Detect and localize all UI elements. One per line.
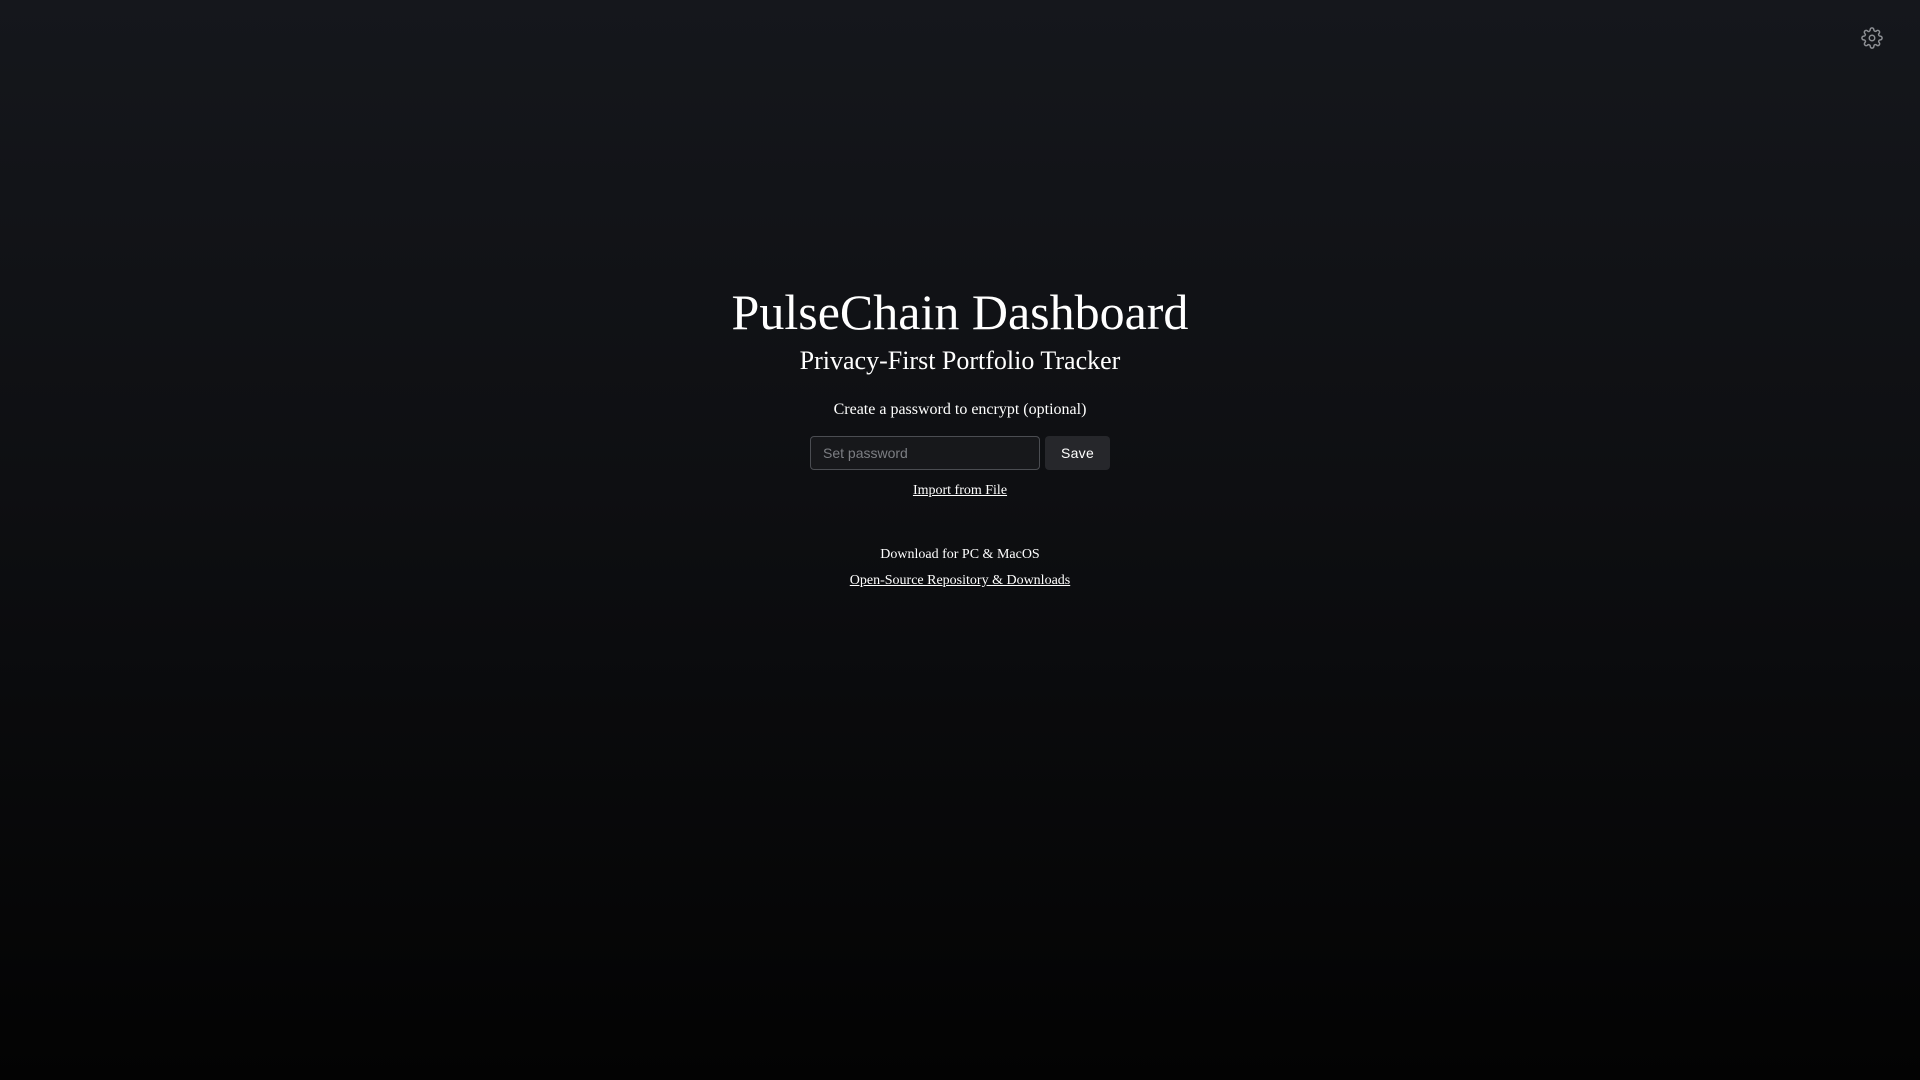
password-prompt: Create a password to encrypt (optional)	[833, 401, 1087, 418]
password-input[interactable]	[810, 436, 1040, 470]
settings-button[interactable]	[1860, 26, 1884, 54]
page-subtitle: Privacy-First Portfolio Tracker	[799, 346, 1121, 375]
setup-panel: PulseChain Dashboard Privacy-First Portf…	[0, 282, 1920, 590]
password-form: Save	[810, 436, 1110, 470]
repository-link[interactable]: Open-Source Repository & Downloads	[850, 572, 1070, 590]
import-from-file-link[interactable]: Import from File	[913, 482, 1007, 500]
gear-icon	[1861, 26, 1883, 54]
page-title: PulseChain Dashboard	[731, 284, 1189, 340]
download-label: Download for PC & MacOS	[880, 547, 1040, 562]
save-button[interactable]: Save	[1045, 436, 1110, 470]
